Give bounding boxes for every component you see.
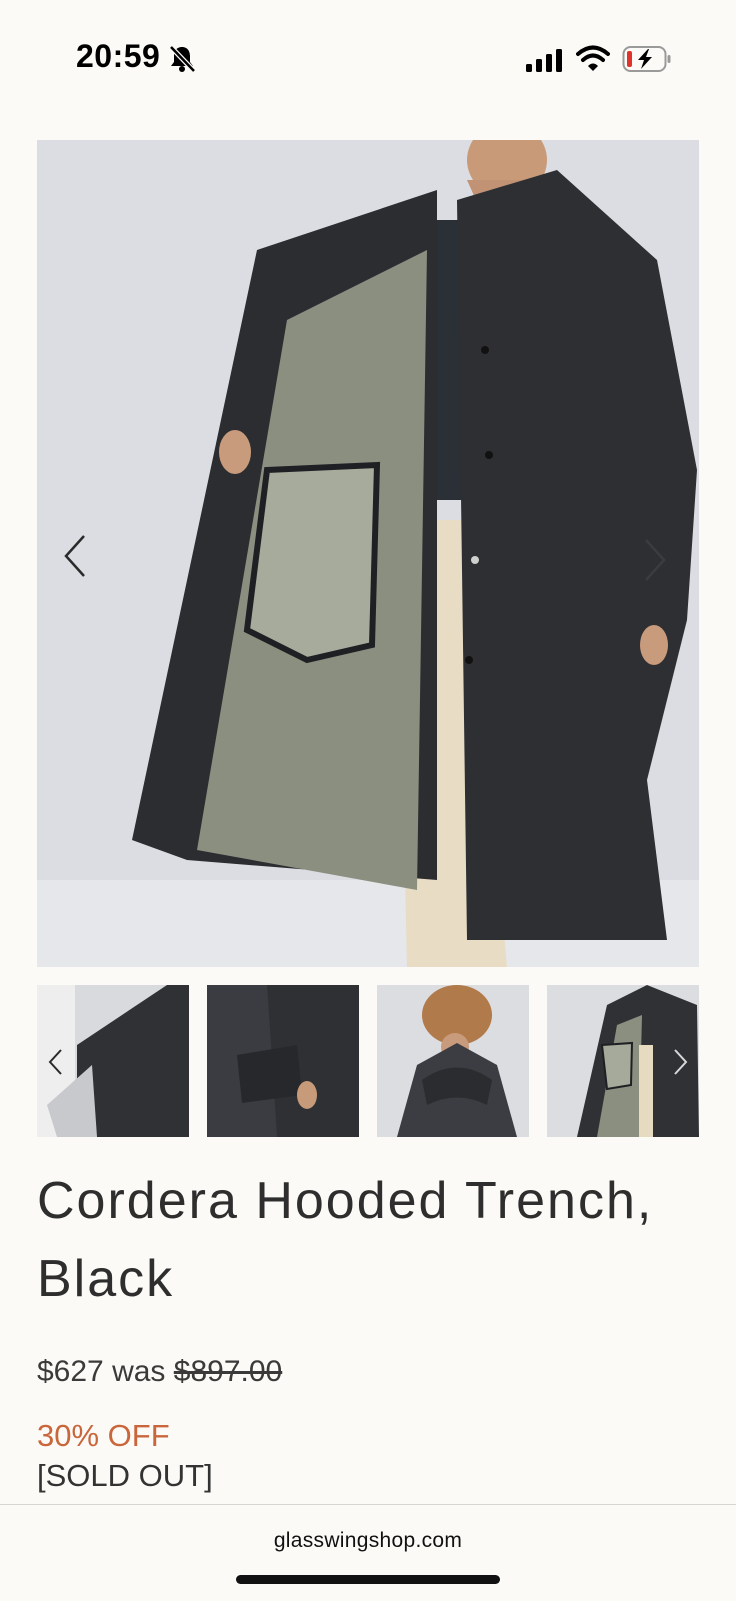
wifi-icon: [576, 45, 610, 71]
hero-photo: [37, 140, 699, 967]
thumbnails-next-arrow-icon[interactable]: [668, 1046, 692, 1078]
product-hero-image[interactable]: [37, 140, 699, 967]
thumbnail-2[interactable]: [207, 985, 359, 1137]
product-title: Cordera Hooded Trench, Black: [37, 1172, 654, 1308]
thumbnail-photo: [207, 985, 359, 1137]
original-price: $897.00: [173, 1355, 283, 1388]
discount-badge: 30% OFF: [37, 1418, 170, 1453]
clock: 20:59: [76, 38, 161, 74]
thumbnail-photo: [377, 985, 529, 1137]
price-line: $627 was $897.00: [37, 1355, 282, 1389]
url-text[interactable]: glasswingshop.com: [0, 1529, 736, 1553]
hero-prev-arrow-icon[interactable]: [58, 530, 94, 582]
thumbnail-3[interactable]: [377, 985, 529, 1137]
hero-next-arrow-icon[interactable]: [636, 534, 672, 586]
thumbnails-prev-arrow-icon[interactable]: [44, 1046, 68, 1078]
status-bar: 20:59: [0, 0, 736, 120]
availability-status: [SOLD OUT]: [37, 1458, 213, 1493]
current-price: $627: [37, 1355, 104, 1388]
battery-charging-icon: [622, 46, 671, 72]
home-indicator[interactable]: [236, 1575, 500, 1584]
thumbnail-strip: [37, 985, 699, 1137]
price-was-label: was: [103, 1355, 174, 1388]
browser-address-bar[interactable]: glasswingshop.com: [0, 1504, 736, 1601]
bell-slash-icon: [169, 45, 196, 73]
signal-icon: [526, 49, 562, 72]
